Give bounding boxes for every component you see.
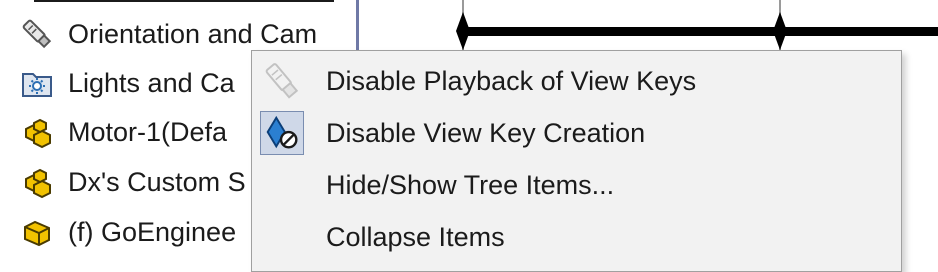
tree-top-partial-row: [34, 0, 334, 2]
tree-item-label: (f) GoEnginee: [68, 216, 237, 247]
tree-item-label: Dx's Custom S: [68, 166, 246, 197]
part-icon: [24, 220, 50, 247]
view-key-diamond: [456, 12, 470, 50]
menu-item-label: Collapse Items: [326, 221, 505, 252]
tree-item-goengineer[interactable]: (f) GoEnginee: [20, 210, 236, 250]
lights-folder-icon: [22, 73, 52, 97]
tree-item-lights[interactable]: Lights and Ca: [20, 61, 235, 105]
menu-item-label: Disable View Key Creation: [326, 117, 646, 148]
assembly-icon: [25, 168, 51, 199]
menu-item-disable-playback[interactable]: Disable Playback of View Keys: [252, 55, 901, 107]
menu-item-label: Hide/Show Tree Items...: [326, 169, 615, 200]
menu-item-disable-view-key-creation[interactable]: Disable View Key Creation: [252, 107, 901, 159]
tree-item-label: Orientation and Cam: [68, 18, 318, 49]
menu-item-hide-show-tree-items[interactable]: Hide/Show Tree Items...: [252, 159, 901, 211]
camera-icon: [22, 19, 52, 49]
view-key-disable-icon: [260, 111, 304, 155]
tree-item-motor[interactable]: Motor-1(Defa: [20, 110, 227, 154]
assembly-icon: [25, 118, 51, 149]
camera-playback-icon: [265, 63, 299, 99]
menu-item-collapse-items[interactable]: Collapse Items: [252, 211, 901, 263]
tree-item-custom[interactable]: Dx's Custom S: [20, 160, 246, 204]
menu-item-label: Disable Playback of View Keys: [326, 65, 697, 96]
timeline-bar: [463, 27, 938, 36]
context-menu: Disable Playback of View Keys Disable Vi…: [251, 50, 902, 272]
tree-item-label: Lights and Ca: [68, 67, 235, 98]
tree-item-label: Motor-1(Defa: [68, 116, 228, 147]
view-key-diamond: [773, 12, 787, 50]
